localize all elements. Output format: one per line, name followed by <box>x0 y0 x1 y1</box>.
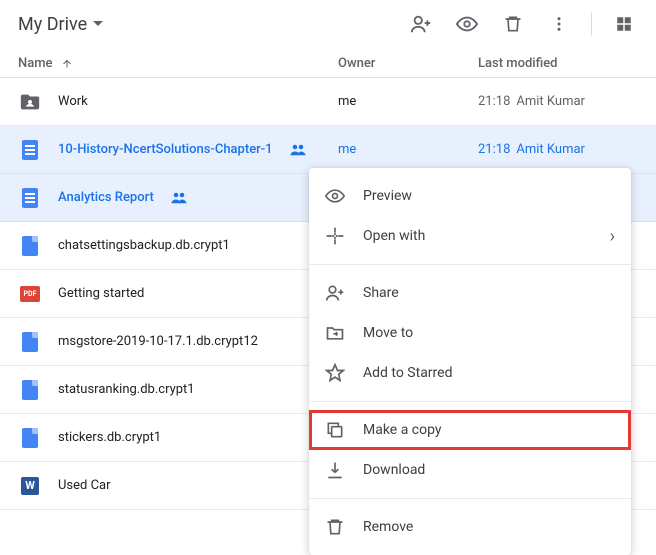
file-name: Getting started <box>58 286 144 301</box>
modified-user: Amit Kumar <box>516 142 585 157</box>
menu-separator <box>309 401 631 402</box>
cell-name: msgstore-2019-10-17.1.db.crypt12 <box>18 330 338 354</box>
file-icon <box>18 330 42 354</box>
copy-icon <box>325 420 345 440</box>
toolbar: My Drive <box>0 0 656 48</box>
ctx-label: Add to Starred <box>363 365 452 381</box>
shared-folder-icon <box>18 90 42 114</box>
eye-icon <box>325 186 345 206</box>
ctx-label: Move to <box>363 325 413 341</box>
file-name: chatsettingsbackup.db.crypt1 <box>58 238 230 253</box>
cell-name: W Used Car <box>18 474 338 498</box>
column-name-label: Name <box>18 56 53 71</box>
chevron-right-icon: › <box>610 226 615 247</box>
ctx-move-to[interactable]: Move to <box>309 313 631 353</box>
ctx-share[interactable]: Share <box>309 273 631 313</box>
toolbar-actions <box>401 4 644 44</box>
word-icon: W <box>18 474 42 498</box>
cell-name: statusranking.db.crypt1 <box>18 378 338 402</box>
person-add-icon <box>325 283 345 303</box>
cell-name: stickers.db.crypt1 <box>18 426 338 450</box>
dropdown-caret-icon[interactable] <box>89 21 103 27</box>
menu-separator <box>309 498 631 499</box>
shared-icon <box>170 189 188 207</box>
ctx-open-with[interactable]: Open with › <box>309 216 631 256</box>
ctx-add-starred[interactable]: Add to Starred <box>309 353 631 393</box>
file-name: stickers.db.crypt1 <box>58 430 161 445</box>
download-icon <box>325 460 345 480</box>
ctx-preview[interactable]: Preview <box>309 176 631 216</box>
file-name: Used Car <box>58 478 111 493</box>
file-name: msgstore-2019-10-17.1.db.crypt12 <box>58 334 258 349</box>
column-modified[interactable]: Last modified <box>478 56 644 71</box>
file-name: Work <box>58 94 88 109</box>
file-name: statusranking.db.crypt1 <box>58 382 195 397</box>
doc-icon <box>18 138 42 162</box>
modified-time: 21:18 <box>478 94 510 109</box>
ctx-download[interactable]: Download <box>309 450 631 490</box>
ctx-make-copy[interactable]: Make a copy <box>309 410 631 450</box>
context-menu: Preview Open with › Share Move to Add to… <box>309 168 631 555</box>
sort-ascending-icon[interactable] <box>61 58 73 70</box>
cell-owner: me <box>338 94 478 109</box>
cell-name: Work <box>18 90 338 114</box>
ctx-label: Share <box>363 285 399 301</box>
toolbar-separator <box>591 12 592 36</box>
cell-modified: 21:18 Amit Kumar <box>478 94 644 109</box>
file-name: Analytics Report <box>58 190 154 205</box>
cell-owner: me <box>338 142 478 157</box>
ctx-label: Open with <box>363 228 425 244</box>
grid-view-icon[interactable] <box>604 4 644 44</box>
file-icon <box>18 234 42 258</box>
ctx-label: Download <box>363 462 425 478</box>
ctx-label: Make a copy <box>363 422 442 438</box>
doc-icon <box>18 186 42 210</box>
share-person-add-icon[interactable] <box>401 4 441 44</box>
shared-icon <box>289 141 307 159</box>
file-icon <box>18 426 42 450</box>
location-title[interactable]: My Drive <box>12 10 89 39</box>
table-row[interactable]: Work me21:18 Amit Kumar <box>0 78 656 126</box>
ctx-label: Remove <box>363 519 413 535</box>
ctx-remove[interactable]: Remove <box>309 507 631 547</box>
modified-user: Amit Kumar <box>516 94 585 109</box>
trash-icon[interactable] <box>493 4 533 44</box>
ctx-label: Preview <box>363 188 412 204</box>
cell-name: Analytics Report <box>18 186 338 210</box>
cell-modified: 21:18 Amit Kumar <box>478 142 644 157</box>
cell-name: PDF Getting started <box>18 282 338 306</box>
file-name: 10-History-NcertSolutions-Chapter-1 <box>58 142 273 157</box>
modified-time: 21:18 <box>478 142 510 157</box>
pdf-icon: PDF <box>18 282 42 306</box>
menu-separator <box>309 264 631 265</box>
folder-move-icon <box>325 323 345 343</box>
column-headers: Name Owner Last modified <box>0 48 656 78</box>
open-with-icon <box>325 226 345 246</box>
cell-name: chatsettingsbackup.db.crypt1 <box>18 234 338 258</box>
column-name[interactable]: Name <box>18 56 338 71</box>
table-row[interactable]: 10-History-NcertSolutions-Chapter-1 me21:… <box>0 126 656 174</box>
column-owner[interactable]: Owner <box>338 56 478 71</box>
trash-icon <box>325 517 345 537</box>
cell-name: 10-History-NcertSolutions-Chapter-1 <box>18 138 338 162</box>
more-options-icon[interactable] <box>539 4 579 44</box>
file-icon <box>18 378 42 402</box>
preview-eye-icon[interactable] <box>447 4 487 44</box>
star-icon <box>325 363 345 383</box>
